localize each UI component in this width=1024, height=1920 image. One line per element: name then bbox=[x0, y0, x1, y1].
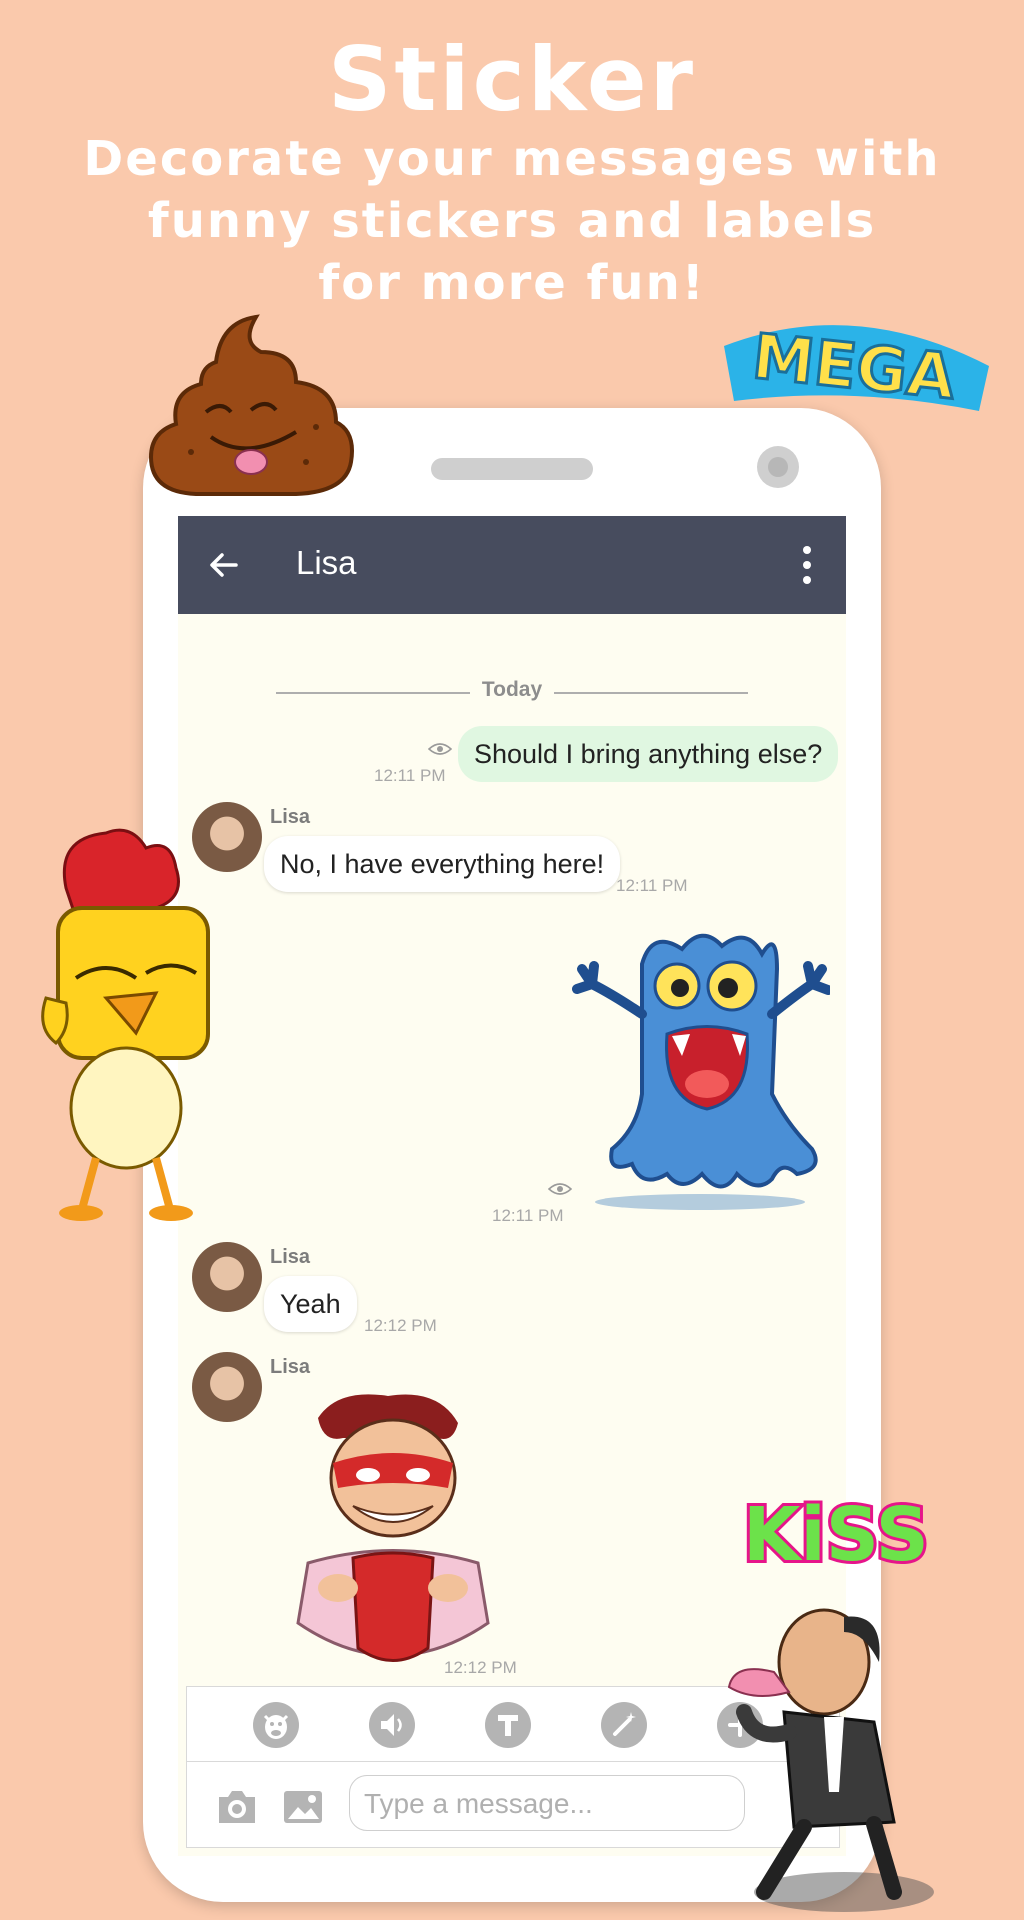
day-separator: Today bbox=[481, 678, 543, 701]
incoming-message-bubble[interactable]: Yeah bbox=[264, 1276, 357, 1332]
more-options-icon[interactable] bbox=[802, 544, 812, 586]
message-input[interactable]: Type a message... bbox=[349, 1775, 745, 1831]
promo-subtitle-line: funny stickers and labels bbox=[147, 193, 877, 249]
outgoing-message-bubble[interactable]: Should I bring anything else? bbox=[458, 726, 839, 782]
back-arrow-icon[interactable] bbox=[206, 547, 242, 583]
mega-sticker: MEGA bbox=[724, 318, 989, 415]
separator-line bbox=[554, 692, 748, 694]
funny-man-sticker bbox=[727, 1608, 934, 1912]
message-time: 12:12 PM bbox=[364, 1316, 437, 1335]
phone-speaker bbox=[431, 458, 593, 480]
camera-icon[interactable] bbox=[215, 1787, 259, 1827]
sound-icon[interactable] bbox=[369, 1702, 415, 1748]
seen-eye-icon bbox=[428, 743, 452, 755]
superhero-sticker[interactable] bbox=[278, 1388, 508, 1678]
gallery-icon[interactable] bbox=[281, 1787, 325, 1827]
text-icon[interactable] bbox=[485, 1702, 531, 1748]
kiss-label: KiSS bbox=[743, 1492, 929, 1578]
poop-sticker bbox=[148, 314, 354, 496]
message-time: 12:12 PM bbox=[444, 1658, 517, 1677]
message-time: 12:11 PM bbox=[616, 876, 688, 895]
phone-camera bbox=[757, 446, 799, 488]
promo-subtitle-line: for more fun! bbox=[318, 255, 706, 311]
message-time: 12:11 PM bbox=[374, 766, 446, 785]
promo-subtitle: Decorate your messages with funny sticke… bbox=[0, 128, 1024, 314]
contact-name[interactable]: Lisa bbox=[296, 544, 357, 582]
magic-icon[interactable] bbox=[601, 1702, 647, 1748]
separator-line bbox=[276, 692, 470, 694]
contact-avatar[interactable] bbox=[192, 1242, 262, 1312]
sender-name: Lisa bbox=[270, 806, 311, 828]
sticker-face-icon[interactable] bbox=[253, 1702, 299, 1748]
seen-eye-icon bbox=[548, 1183, 572, 1195]
blue-monster-sticker[interactable] bbox=[572, 924, 830, 1214]
contact-avatar[interactable] bbox=[192, 1352, 262, 1422]
message-time: 12:11 PM bbox=[492, 1206, 564, 1225]
mega-label: MEGA bbox=[749, 320, 958, 414]
incoming-message-bubble[interactable]: No, I have everything here! bbox=[264, 836, 621, 892]
chicken-sticker bbox=[41, 828, 210, 1221]
sender-name: Lisa bbox=[270, 1356, 311, 1378]
promo-title: Sticker bbox=[327, 28, 696, 131]
chat-app-bar: Lisa bbox=[178, 516, 846, 614]
promo-subtitle-line: Decorate your messages with bbox=[83, 131, 941, 187]
sender-name: Lisa bbox=[270, 1246, 311, 1268]
kiss-sticker: KiSS bbox=[740, 1489, 932, 1581]
